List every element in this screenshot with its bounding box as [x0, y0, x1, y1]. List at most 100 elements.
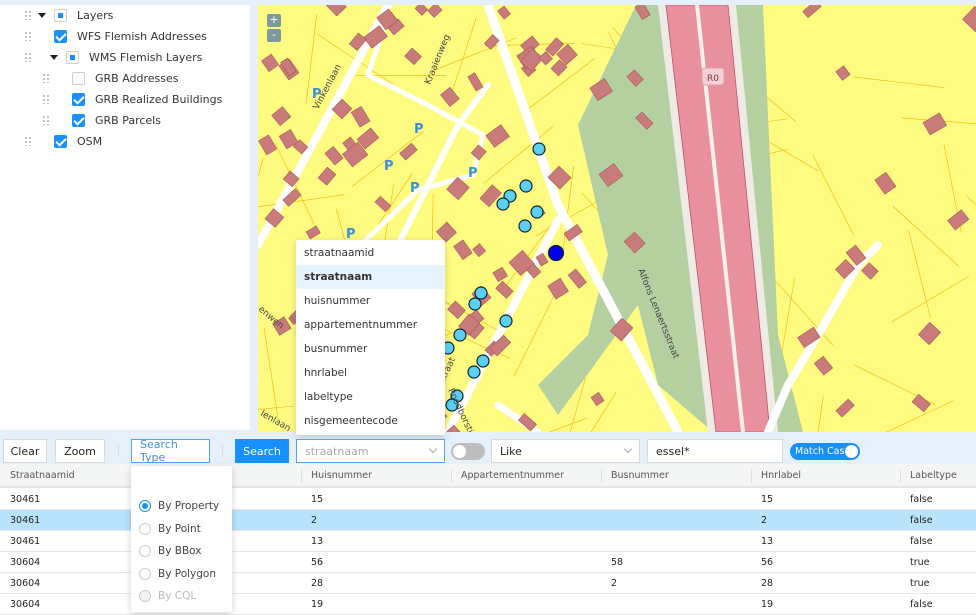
search-type-label: By Property	[158, 500, 220, 512]
selected-address-marker[interactable]	[547, 244, 565, 262]
radio-icon[interactable]	[139, 545, 151, 557]
address-marker[interactable]	[467, 365, 481, 379]
radio-icon[interactable]	[139, 500, 151, 512]
zoom-button[interactable]: Zoom	[55, 439, 105, 463]
search-type-option[interactable]: By Polygon	[139, 567, 216, 580]
address-marker[interactable]	[474, 286, 488, 300]
table-cell: false	[910, 515, 933, 526]
layer-checkbox[interactable]	[54, 134, 67, 148]
layer-checkbox[interactable]	[66, 50, 79, 64]
street-label: enwen	[258, 305, 285, 332]
search-type-label: By BBox	[158, 545, 202, 557]
table-cell: false	[910, 599, 933, 610]
field-option[interactable]: busnummer	[296, 337, 445, 361]
drag-handle-icon[interactable]	[24, 10, 32, 20]
caret-down-icon[interactable]	[38, 12, 46, 18]
search-type-label: By Point	[158, 522, 201, 535]
layer-checkbox[interactable]	[72, 113, 85, 127]
drag-handle-icon[interactable]	[24, 31, 32, 41]
field-option[interactable]: straatnaam	[296, 265, 445, 289]
search-type-option[interactable]: By Point	[139, 522, 201, 535]
search-type-button[interactable]: Search Type	[131, 438, 210, 464]
clear-button[interactable]: Clear	[3, 439, 47, 463]
column-divider[interactable]	[301, 469, 302, 483]
field-option[interactable]: straatnaamid	[296, 241, 445, 265]
drag-handle-icon[interactable]	[42, 115, 50, 125]
layer-node-wms[interactable]: WMS Flemish Layers	[24, 47, 202, 67]
address-marker[interactable]	[453, 328, 467, 342]
column-divider[interactable]	[751, 469, 752, 483]
table-cell: 15	[311, 494, 324, 505]
layer-checkbox[interactable]	[72, 71, 85, 85]
column-header[interactable]: Huisnummer	[311, 470, 372, 481]
drag-handle-icon[interactable]	[24, 52, 32, 62]
parking-icon: P	[312, 87, 322, 102]
toggle-knob	[845, 445, 858, 458]
drag-handle-icon[interactable]	[42, 94, 50, 104]
divider	[222, 445, 223, 457]
caret-down-icon[interactable]	[50, 54, 58, 60]
search-button[interactable]: Search	[235, 439, 289, 463]
layer-tree: Layers WFS Flemish Addresses WMS Flemish…	[0, 5, 250, 430]
search-type-label: By CQL	[158, 590, 197, 602]
layer-node-grb-buildings[interactable]: GRB Realized Buildings	[42, 89, 222, 109]
table-cell: 2	[311, 515, 318, 526]
column-header[interactable]: Busnummer	[611, 470, 669, 481]
query-input[interactable]: essel*	[647, 439, 783, 463]
table-cell: 19	[311, 599, 324, 610]
radio-icon[interactable]	[139, 590, 151, 602]
table-cell: 56	[761, 557, 774, 568]
address-marker[interactable]	[468, 297, 482, 311]
address-marker[interactable]	[519, 179, 533, 193]
address-marker[interactable]	[496, 197, 510, 211]
field-option[interactable]: hnrlabel	[296, 361, 445, 385]
radio-icon[interactable]	[139, 567, 151, 580]
field-option[interactable]: labeltype	[296, 385, 445, 409]
layer-node-grb-parcels[interactable]: GRB Parcels	[42, 110, 161, 130]
layer-checkbox[interactable]	[54, 8, 67, 22]
search-type-popup: By Property By Point By BBox By Polygon By C…	[131, 466, 232, 612]
table-cell: 30461	[10, 536, 41, 547]
column-header[interactable]: Labeltype	[910, 470, 957, 481]
address-marker[interactable]	[532, 142, 546, 156]
address-marker[interactable]	[499, 314, 513, 328]
toggle-knob	[453, 445, 466, 458]
field-option[interactable]: huisnummer	[296, 289, 445, 313]
layer-node-grb-addresses[interactable]: GRB Addresses	[42, 68, 179, 88]
column-divider[interactable]	[900, 469, 901, 483]
table-cell: 2	[611, 578, 618, 589]
zoom-out-button[interactable]: -	[267, 29, 281, 42]
operator-select-value: Like	[500, 444, 522, 458]
drag-handle-icon[interactable]	[42, 73, 50, 83]
layer-node-root[interactable]: Layers	[24, 5, 113, 25]
field-option[interactable]: appartementnummer	[296, 313, 445, 337]
field-select-value: straatnaam	[305, 444, 369, 458]
operator-select[interactable]: Like	[491, 439, 640, 463]
street-label: Kraaienweg	[424, 33, 453, 86]
search-type-option[interactable]: By BBox	[139, 545, 201, 557]
toggle-switch[interactable]	[451, 443, 485, 460]
drag-handle-icon[interactable]	[24, 136, 32, 146]
radio-icon[interactable]	[139, 522, 151, 535]
parking-icon: P	[410, 181, 420, 196]
layer-checkbox[interactable]	[72, 92, 85, 106]
table-cell: false	[910, 536, 933, 547]
column-header[interactable]: Appartementnummer	[461, 470, 564, 481]
table-cell: 30461	[10, 494, 41, 505]
column-header[interactable]: Straatnaamid	[10, 470, 75, 481]
field-select[interactable]: straatnaam	[296, 439, 445, 463]
address-marker[interactable]	[530, 205, 544, 219]
layer-checkbox[interactable]	[54, 29, 67, 43]
layer-node-osm[interactable]: OSM	[24, 131, 102, 151]
column-header[interactable]: Hnrlabel	[761, 470, 801, 481]
address-marker[interactable]	[518, 219, 532, 233]
layer-node-wfs[interactable]: WFS Flemish Addresses	[24, 26, 207, 46]
search-type-option[interactable]: By Property	[139, 500, 219, 512]
field-option[interactable]: nisgemeentecode	[296, 409, 445, 433]
address-marker[interactable]	[476, 354, 490, 368]
match-case-toggle[interactable]: Match Case	[790, 443, 860, 460]
column-divider[interactable]	[451, 469, 452, 483]
layer-label: GRB Addresses	[95, 71, 179, 85]
zoom-in-button[interactable]: +	[267, 14, 281, 27]
column-divider[interactable]	[601, 469, 602, 483]
